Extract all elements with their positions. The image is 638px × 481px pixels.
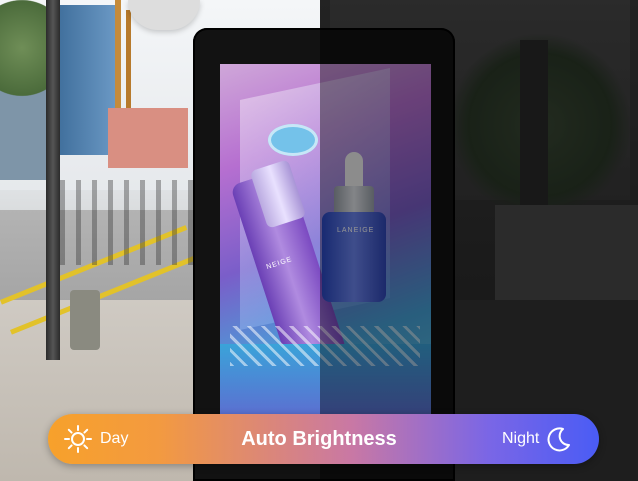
pedestrians: [60, 180, 200, 265]
night-dim-overlay: [320, 0, 638, 481]
night-label: Night: [502, 430, 540, 447]
ad-logo: [268, 124, 318, 156]
crane: [115, 0, 121, 120]
bollard: [70, 290, 100, 350]
street-lamp-pole: [46, 0, 60, 360]
moon-icon: [547, 427, 571, 452]
day-building-glass: [55, 5, 115, 155]
red-building: [108, 108, 188, 168]
scene: NEIGE LANEIGE Day Auto Brightness Night: [0, 0, 638, 481]
crane: [126, 10, 131, 120]
night-indicator: Night: [502, 424, 573, 454]
